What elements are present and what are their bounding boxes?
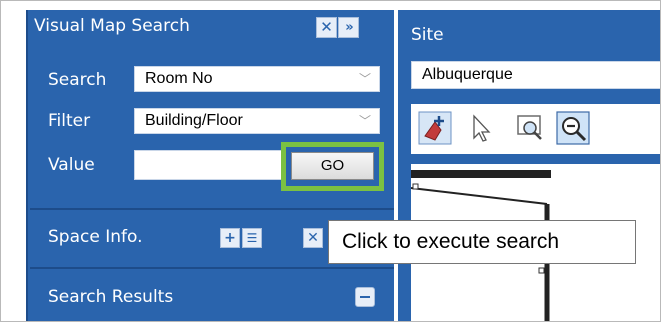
close-panel-button[interactable]: ✕ bbox=[316, 17, 337, 38]
section-divider bbox=[30, 267, 394, 269]
list-space-button[interactable]: ☰ bbox=[242, 228, 262, 248]
space-info-label: Space Info. bbox=[48, 227, 143, 247]
search-select-value: Room No bbox=[145, 70, 213, 87]
section-divider bbox=[30, 208, 394, 210]
filter-label: Filter bbox=[48, 111, 91, 131]
map-marker-icon[interactable] bbox=[417, 110, 453, 146]
panel-edge bbox=[26, 10, 28, 322]
site-label: Site bbox=[411, 25, 444, 45]
value-input[interactable] bbox=[134, 150, 284, 180]
app-window: Visual Map Search ✕ » Search Room No ﹀ F… bbox=[0, 0, 661, 322]
search-results-label: Search Results bbox=[48, 287, 174, 307]
close-space-info-button[interactable]: ✕ bbox=[303, 228, 323, 248]
chevron-down-icon: ﹀ bbox=[358, 114, 371, 128]
zoom-out-icon[interactable] bbox=[555, 110, 591, 146]
panel-title: Visual Map Search bbox=[34, 16, 190, 36]
filter-select-value: Building/Floor bbox=[145, 112, 243, 129]
chevron-down-icon: ﹀ bbox=[358, 72, 371, 86]
filter-select[interactable]: Building/Floor ﹀ bbox=[134, 108, 380, 134]
expand-panel-button[interactable]: » bbox=[338, 17, 359, 38]
zoom-window-icon[interactable] bbox=[512, 110, 548, 146]
go-button[interactable]: GO bbox=[291, 152, 374, 180]
search-label: Search bbox=[48, 70, 107, 90]
value-label: Value bbox=[48, 155, 95, 175]
go-button-tooltip: Click to execute search bbox=[328, 220, 636, 264]
search-select[interactable]: Room No ﹀ bbox=[134, 66, 380, 92]
pointer-icon[interactable] bbox=[462, 110, 498, 146]
site-field[interactable]: Albuquerque bbox=[411, 61, 661, 89]
collapse-results-button[interactable] bbox=[355, 287, 375, 307]
add-space-button[interactable]: + bbox=[220, 228, 240, 248]
